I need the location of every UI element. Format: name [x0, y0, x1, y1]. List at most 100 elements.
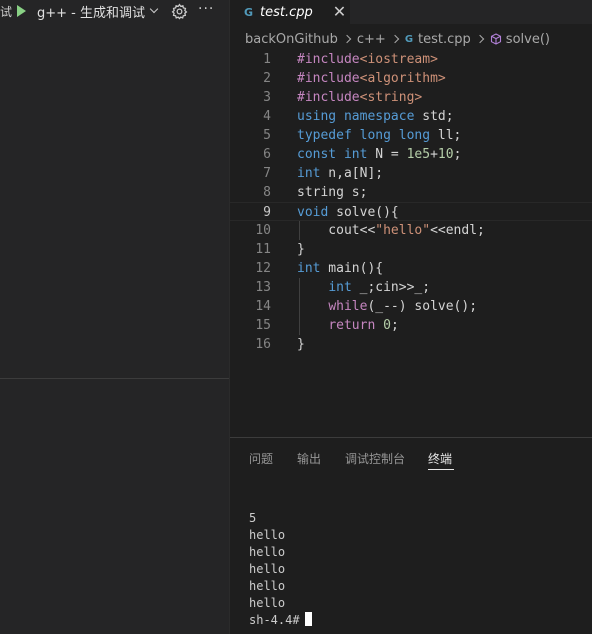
terminal-line: hello [249, 545, 286, 559]
code-token: <string> [359, 90, 423, 105]
line-number: 12 [255, 261, 271, 276]
code-line[interactable]: 2 #include<algorithm> [230, 69, 592, 88]
terminal-line: 5 [249, 511, 257, 525]
code-line[interactable]: 11} [230, 240, 592, 259]
tab-debug-console[interactable]: 调试控制台 [345, 450, 405, 467]
code-token: int [343, 147, 368, 162]
line-number: 13 [255, 280, 271, 295]
line-number: 7 [263, 166, 271, 181]
line-number: 2 [263, 71, 271, 86]
code-token: string s; [297, 185, 368, 200]
code-text: typedef long long ll; [297, 126, 461, 145]
debug-config-select[interactable]: g++ - 生成和调试 [37, 2, 159, 21]
code-token: return [328, 318, 376, 333]
editor-tab-bar: G test.cpp ✕ [230, 0, 592, 24]
code-text: } [297, 335, 305, 354]
close-icon[interactable]: ✕ [333, 4, 346, 20]
panel-tab-bar: 问题 输出 调试控制台 终端 [230, 438, 592, 473]
code-token: N = [367, 147, 407, 162]
code-token: long [359, 128, 391, 143]
code-line[interactable]: 7 int n,a[N]; [230, 164, 592, 183]
code-token: int [328, 280, 352, 295]
code-line[interactable]: 8 string s; [230, 183, 592, 202]
breadcrumb: backOnGithub c++ G test.cpp solve() [245, 30, 592, 48]
indent-guide [299, 278, 300, 335]
code-token: n,a[N]; [320, 166, 384, 181]
tab-terminal[interactable]: 终端 [428, 450, 452, 467]
terminal-prompt: sh-4.4# [249, 613, 300, 627]
line-number: 1 [263, 52, 271, 67]
code-text: void solve(){ [297, 203, 399, 222]
code-token: #include [297, 71, 360, 86]
bottom-panel: 问题 输出 调试控制台 终端 5 hello hello hello hello hell… [230, 437, 592, 634]
code-text: #include<algorithm> [297, 69, 446, 88]
code-line[interactable]: 12 int main(){ [230, 259, 592, 278]
terminal-cursor [304, 612, 312, 626]
code-token: while [328, 299, 368, 314]
tab-problems[interactable]: 问题 [249, 450, 273, 467]
code-token: typedef [297, 128, 352, 143]
code-line[interactable]: 10 cout<<"hello"<<endl; [230, 221, 592, 240]
line-number: 16 [255, 337, 271, 352]
line-number: 9 [263, 205, 271, 220]
gear-icon[interactable] [171, 3, 188, 20]
code-text: return 0; [297, 316, 399, 335]
code-token: long [398, 128, 431, 143]
code-text: const int N = 1e5+10; [297, 145, 461, 164]
chevron-down-icon [149, 4, 159, 14]
code-token: <iostream> [359, 52, 438, 67]
c-file-icon: G [404, 33, 414, 45]
breadcrumb-item-symbol[interactable]: solve() [506, 32, 550, 47]
code-token: (_--) solve(); [367, 299, 478, 314]
code-token: ; [390, 318, 399, 333]
line-number: 14 [255, 299, 271, 314]
tab-output[interactable]: 输出 [297, 450, 321, 467]
code-token: main(){ [320, 261, 384, 276]
terminal-line: hello [249, 562, 286, 576]
code-text: while(_--) solve(); [297, 297, 477, 316]
code-token: int [297, 261, 321, 276]
debug-title-fragment: 试 [0, 5, 13, 19]
terminal-prompt-line: sh-4.4# [249, 612, 312, 629]
terminal-output[interactable]: 5 hello hello hello hello hello sh-4.4# [249, 510, 312, 629]
terminal-line: hello [249, 579, 286, 593]
code-line[interactable]: 5 typedef long long ll; [230, 126, 592, 145]
terminal-line: hello [249, 596, 286, 610]
chevron-right-icon [390, 34, 400, 44]
code-line[interactable]: 1 #include<iostream> [230, 50, 592, 69]
code-line[interactable]: 14 while(_--) solve(); [230, 297, 592, 316]
code-token: #include [297, 90, 360, 105]
code-text: using namespace std; [297, 107, 454, 126]
code-text: cout<<"hello"<<endl; [297, 221, 485, 240]
code-line[interactable]: 6 const int N = 1e5+10; [230, 145, 592, 164]
breadcrumb-item-folder[interactable]: backOnGithub [245, 32, 338, 47]
breadcrumb-item-subfolder[interactable]: c++ [357, 32, 386, 47]
code-editor[interactable]: 1 #include<iostream> 2 #include<algorithm> 3… [230, 50, 592, 436]
play-icon[interactable] [17, 5, 26, 17]
method-cube-icon [490, 33, 501, 45]
code-line[interactable]: 15 return 0; [230, 316, 592, 335]
code-line[interactable]: 9 void solve(){ [230, 202, 592, 221]
code-text: #include<iostream> [297, 50, 438, 69]
line-number: 3 [263, 90, 271, 105]
more-actions-icon[interactable]: ··· [198, 1, 214, 17]
debug-side-panel: 试 g++ - 生成和调试 ··· [0, 0, 229, 634]
code-line[interactable]: 13 int _;cin>>_; [230, 278, 592, 297]
line-number: 11 [255, 242, 271, 257]
breadcrumb-item-file[interactable]: test.cpp [418, 32, 471, 47]
line-number: 10 [255, 223, 271, 238]
code-line[interactable]: 16} [230, 335, 592, 354]
tab-test-cpp[interactable]: G test.cpp ✕ [230, 0, 350, 24]
code-token: void [297, 205, 329, 220]
code-token: <<endl; [430, 223, 485, 238]
chevron-right-icon [475, 34, 485, 44]
code-text: int n,a[N]; [297, 164, 383, 183]
active-tab-indicator [428, 469, 454, 470]
code-line[interactable]: 3 #include<string> [230, 88, 592, 107]
code-line[interactable]: 4 using namespace std; [230, 107, 592, 126]
code-token: } [297, 242, 305, 257]
